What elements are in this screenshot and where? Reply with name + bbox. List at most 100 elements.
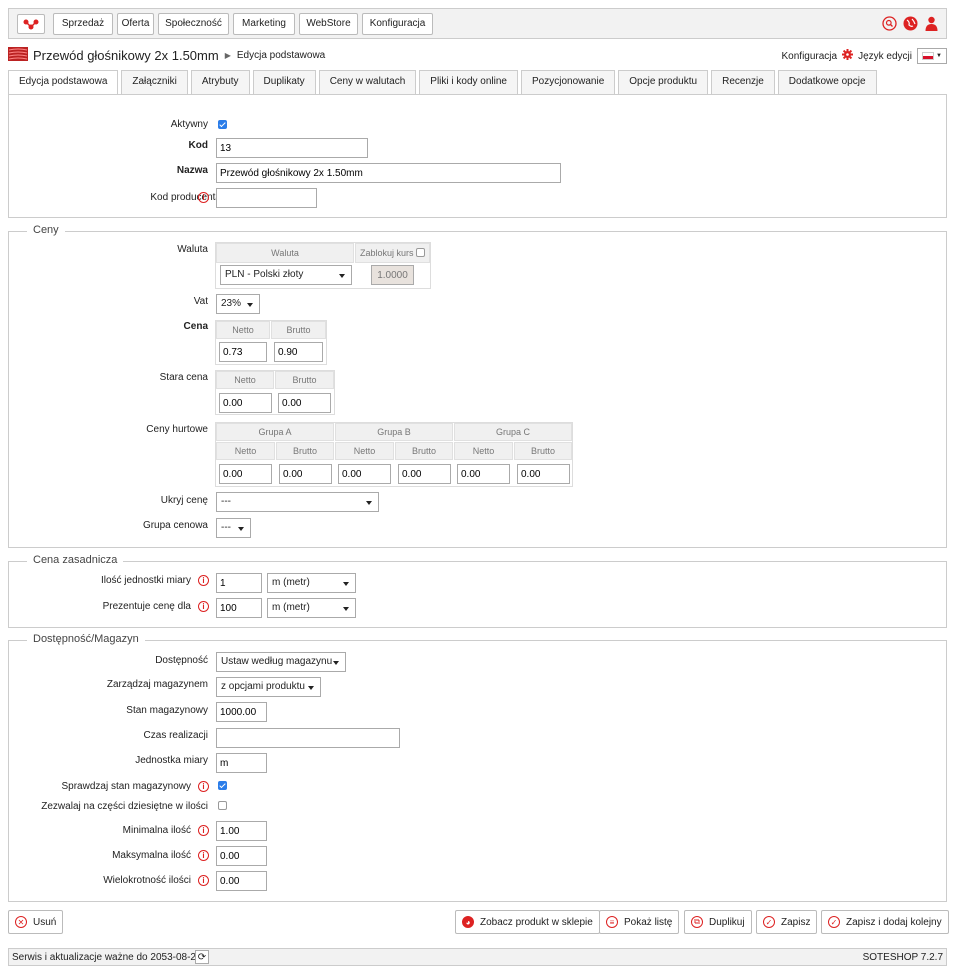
list-icon: ≡ bbox=[606, 916, 618, 928]
search-icon[interactable] bbox=[881, 15, 898, 32]
nav-konfiguracja[interactable]: Konfiguracja bbox=[362, 13, 433, 35]
decimal-quantity-label: Zezwalaj na części dziesiętne w ilości bbox=[41, 801, 208, 812]
stock-input[interactable] bbox=[216, 702, 267, 722]
soteshop-logo-icon[interactable] bbox=[17, 14, 45, 34]
group-b-netto-input[interactable] bbox=[338, 464, 391, 484]
group-b-brutto-input[interactable] bbox=[398, 464, 451, 484]
language-select[interactable]: ▼ bbox=[917, 48, 947, 64]
info-icon[interactable]: i bbox=[198, 781, 209, 792]
lead-time-input[interactable] bbox=[216, 728, 400, 748]
hide-price-select[interactable]: --- bbox=[216, 492, 379, 512]
nav-oferta[interactable]: Oferta bbox=[117, 13, 154, 35]
producer-code-input[interactable] bbox=[216, 188, 317, 208]
stock-label: Stan magazynowy bbox=[126, 705, 208, 716]
max-quantity-input[interactable] bbox=[216, 846, 267, 866]
group-c-netto-input[interactable] bbox=[457, 464, 510, 484]
user-icon[interactable] bbox=[923, 15, 940, 32]
currency-select[interactable]: PLN - Polski złoty bbox=[220, 265, 352, 285]
group-a-brutto-input[interactable] bbox=[279, 464, 332, 484]
multiple-quantity-input[interactable] bbox=[216, 871, 267, 891]
info-icon[interactable]: i bbox=[198, 875, 209, 886]
info-icon[interactable]: i bbox=[198, 825, 209, 836]
min-quantity-label: Minimalna ilość bbox=[122, 825, 191, 836]
unit-quantity-unit-select[interactable]: m (metr) bbox=[267, 573, 356, 593]
tab-atrybuty[interactable]: Atrybuty bbox=[190, 70, 250, 94]
old-netto-input[interactable] bbox=[219, 393, 272, 413]
group-c-header: Grupa C bbox=[454, 423, 572, 441]
old-brutto-input[interactable] bbox=[278, 393, 331, 413]
unit-input[interactable] bbox=[216, 753, 267, 773]
chevron-down-icon bbox=[333, 661, 339, 665]
tab-pliki-i-kody[interactable]: Pliki i kody online bbox=[419, 70, 518, 94]
tab-ceny-w-walutach[interactable]: Ceny w walutach bbox=[318, 70, 417, 94]
delete-button-label: Usuń bbox=[33, 916, 57, 928]
tab-dodatkowe-opcje[interactable]: Dodatkowe opcje bbox=[777, 70, 877, 94]
hide-price-label: Ukryj cenę bbox=[160, 495, 208, 506]
lock-rate-label: Zablokuj kurs bbox=[359, 248, 414, 258]
tab-pozycjonowanie[interactable]: Pozycjonowanie bbox=[521, 70, 616, 94]
refresh-icon[interactable]: ⟳ bbox=[195, 950, 209, 964]
save-label: Zapisz bbox=[781, 916, 811, 928]
manage-stock-label: Zarządzaj magazynem bbox=[106, 679, 208, 690]
base-price-legend: Cena zasadnicza bbox=[27, 554, 124, 566]
info-icon[interactable]: i bbox=[198, 850, 209, 861]
view-in-shop-label: Zobacz produkt w sklepie bbox=[480, 916, 593, 928]
tab-recenzje[interactable]: Recenzje bbox=[711, 70, 775, 94]
tab-opcje-produktu[interactable]: Opcje produktu bbox=[618, 70, 709, 94]
lock-rate-checkbox[interactable] bbox=[416, 248, 426, 257]
check-stock-checkbox[interactable] bbox=[218, 781, 227, 790]
config-link[interactable]: Konfiguracja bbox=[782, 51, 838, 62]
presents-price-label: Prezentuje cenę dla bbox=[102, 601, 191, 612]
delete-button[interactable]: ✕ Usuń bbox=[8, 910, 64, 934]
group-c-brutto-input[interactable] bbox=[517, 464, 570, 484]
min-quantity-input[interactable] bbox=[216, 821, 267, 841]
vat-select[interactable]: 23% bbox=[216, 294, 260, 314]
tab-edycja-podstawowa[interactable]: Edycja podstawowa bbox=[8, 70, 119, 94]
nav-sprzedaz[interactable]: Sprzedaż bbox=[53, 13, 113, 35]
tab-duplikaty[interactable]: Duplikaty bbox=[252, 70, 316, 94]
name-input[interactable] bbox=[216, 163, 561, 183]
globe-icon[interactable] bbox=[902, 15, 919, 32]
info-icon[interactable]: i bbox=[198, 575, 209, 586]
presents-price-input[interactable] bbox=[216, 598, 262, 618]
group-a-netto-input[interactable] bbox=[219, 464, 272, 484]
group-b-netto-header: Netto bbox=[335, 442, 394, 460]
producer-code-label: Kod producenta bbox=[150, 192, 221, 203]
edit-language-label: Język edycji bbox=[858, 50, 912, 62]
duplicate-label: Duplikuj bbox=[709, 916, 745, 928]
tab-zalaczniki[interactable]: Załączniki bbox=[121, 70, 188, 94]
prices-legend: Ceny bbox=[27, 224, 65, 236]
wholesale-label: Ceny hurtowe bbox=[146, 424, 208, 435]
nav-spolecznosc[interactable]: Społeczność bbox=[158, 13, 229, 35]
unit-label: Jednostka miary bbox=[135, 755, 208, 766]
nav-marketing[interactable]: Marketing bbox=[233, 13, 295, 35]
group-b-header: Grupa B bbox=[335, 423, 453, 441]
presents-price-unit-select[interactable]: m (metr) bbox=[267, 598, 356, 618]
name-label: Nazwa bbox=[176, 165, 208, 176]
duplicate-button[interactable]: ⧉ Duplikuj bbox=[684, 910, 752, 934]
old-netto-header: Netto bbox=[216, 371, 274, 389]
unit-quantity-input[interactable] bbox=[216, 573, 262, 593]
code-input[interactable] bbox=[216, 138, 368, 158]
group-a-header: Grupa A bbox=[216, 423, 334, 441]
code-label: Kod bbox=[188, 140, 208, 151]
top-navigation-bar: Sprzedaż Oferta Społeczność Marketing We… bbox=[8, 8, 947, 39]
availability-select[interactable]: Ustaw według magazynu bbox=[216, 652, 346, 672]
price-group-select[interactable]: --- bbox=[216, 518, 251, 538]
max-quantity-label: Maksymalna ilość bbox=[112, 850, 191, 861]
save-button[interactable]: ✓ Zapisz bbox=[756, 910, 818, 934]
price-brutto-input[interactable] bbox=[274, 342, 323, 362]
info-icon[interactable]: i bbox=[198, 601, 209, 612]
nav-webstore[interactable]: WebStore bbox=[299, 13, 358, 35]
info-icon[interactable]: i bbox=[198, 192, 209, 203]
view-in-shop-button[interactable]: ◕ Zobacz produkt w sklepie bbox=[455, 910, 600, 934]
active-checkbox[interactable] bbox=[218, 120, 227, 129]
vat-value: 23% bbox=[221, 298, 242, 309]
manage-stock-select[interactable]: z opcjami produktu bbox=[216, 677, 321, 697]
save-and-add-button[interactable]: ✓ Zapisz i dodaj kolejny bbox=[821, 910, 949, 934]
gear-icon[interactable] bbox=[842, 49, 854, 63]
show-list-button[interactable]: ≡ Pokaż listę bbox=[599, 910, 680, 934]
price-netto-input[interactable] bbox=[219, 342, 267, 362]
tab-bar: Edycja podstawowa Załączniki Atrybuty Du… bbox=[8, 70, 880, 94]
decimal-quantity-checkbox[interactable] bbox=[218, 801, 227, 810]
